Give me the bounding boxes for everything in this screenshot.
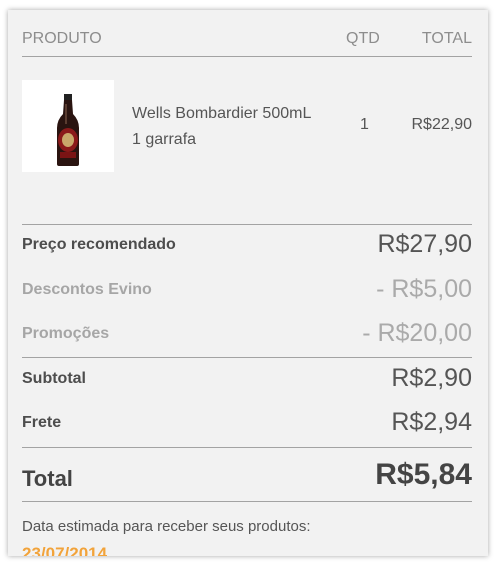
cart-item: Wells Bombardier 500mL 1 garrafa 1 R$22,…: [22, 80, 472, 176]
discounts-row: Descontos Evino - R$5,00: [22, 275, 472, 309]
product-name[interactable]: Wells Bombardier 500mL: [132, 101, 342, 127]
order-summary-panel: PRODUTO QTD TOTAL Wells Bombardier 500mL…: [8, 10, 488, 556]
subtotal-row: Subtotal R$2,90: [22, 364, 472, 398]
product-unit: 1 garrafa: [132, 131, 197, 148]
divider: [22, 447, 472, 448]
beer-bottle-icon: [57, 94, 79, 166]
header-qty: QTD: [346, 30, 380, 47]
recommended-price-row: Preço recomendado R$27,90: [22, 230, 472, 264]
promotions-value: - R$20,00: [362, 319, 472, 347]
delivery-estimate-date: 23/07/2014: [22, 544, 108, 556]
order-summary-content: PRODUTO QTD TOTAL Wells Bombardier 500mL…: [22, 10, 472, 556]
discounts-value: - R$5,00: [376, 275, 472, 303]
header-total: TOTAL: [421, 30, 472, 47]
table-header: PRODUTO QTD TOTAL: [22, 30, 472, 54]
recommended-price-label: Preço recomendado: [22, 236, 176, 253]
divider: [22, 224, 472, 225]
subtotal-value: R$2,90: [391, 364, 472, 392]
delivery-estimate-label: Data estimada para receber seus produtos…: [22, 518, 311, 535]
total-value: R$5,84: [375, 458, 472, 491]
total-label: Total: [22, 466, 73, 491]
total-row: Total R$5,84: [22, 456, 472, 500]
header-product: PRODUTO: [22, 30, 102, 47]
product-thumbnail[interactable]: [22, 80, 114, 172]
product-quantity: 1: [360, 116, 369, 133]
subtotal-label: Subtotal: [22, 370, 86, 387]
product-price: R$22,90: [411, 116, 473, 133]
shipping-value: R$2,94: [391, 408, 472, 436]
promotions-label: Promoções: [22, 325, 110, 342]
product-name-block: Wells Bombardier 500mL 1 garrafa: [132, 101, 342, 153]
shipping-label: Frete: [22, 414, 62, 431]
divider: [22, 56, 472, 57]
divider: [22, 357, 472, 358]
discounts-label: Descontos Evino: [22, 281, 152, 298]
recommended-price-value: R$27,90: [377, 230, 472, 258]
shipping-row: Frete R$2,94: [22, 408, 472, 442]
divider: [22, 501, 472, 502]
promotions-row: Promoções - R$20,00: [22, 319, 472, 353]
